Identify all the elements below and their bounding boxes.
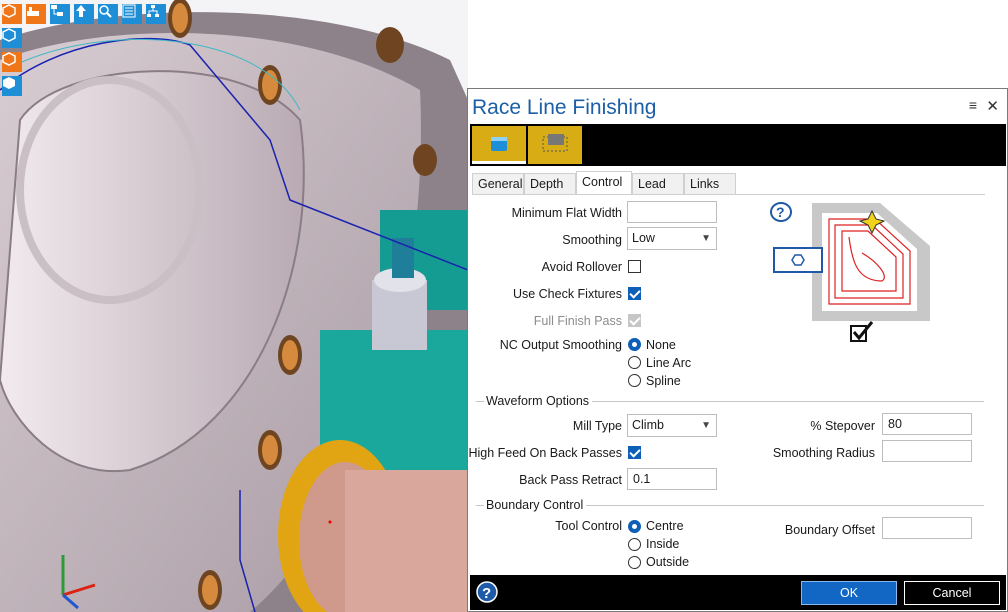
full-finish-pass-label: Full Finish Pass xyxy=(533,314,622,328)
tab-depth[interactable]: Depth xyxy=(524,173,576,194)
boundary-offset-label: Boundary Offset xyxy=(784,523,875,537)
section-rule xyxy=(592,401,984,402)
race-line-strategy-icon xyxy=(491,137,507,151)
section-rule xyxy=(476,401,484,402)
svg-text:?: ? xyxy=(482,585,491,602)
nc-smoothing-spline-label: Spline xyxy=(646,374,681,388)
nc-smoothing-none-label: None xyxy=(646,338,676,352)
zoom-icon[interactable] xyxy=(98,4,118,24)
control-tab-panel: Minimum Flat Width Smoothing Low ▼ Avoid … xyxy=(468,194,985,575)
nc-output-smoothing-label: NC Output Smoothing xyxy=(499,338,622,352)
model-render xyxy=(0,0,468,612)
avoid-rollover-label: Avoid Rollover xyxy=(541,260,622,274)
section-rule xyxy=(476,505,484,506)
tool-control-label: Tool Control xyxy=(555,519,622,533)
smoothing-value: Low xyxy=(632,231,655,245)
dialog-title: Race Line Finishing xyxy=(472,96,657,119)
mill-type-value: Climb xyxy=(632,418,664,432)
dialog-footer: ? OK Cancel xyxy=(470,575,1006,610)
high-feed-label: High Feed On Back Passes xyxy=(468,446,622,460)
nc-smoothing-none-radio[interactable] xyxy=(628,338,641,351)
race-line-strategy-button[interactable] xyxy=(472,126,526,164)
close-icon[interactable]: ✕ xyxy=(986,97,999,115)
confirm-check-icon xyxy=(849,320,875,347)
use-check-fixtures-label: Use Check Fixtures xyxy=(512,287,622,301)
smoothing-label: Smoothing xyxy=(562,233,622,247)
stepover-input[interactable]: 80 xyxy=(882,413,972,435)
nc-smoothing-spline-radio[interactable] xyxy=(628,374,641,387)
cancel-button[interactable]: Cancel xyxy=(904,581,1000,605)
back-pass-retract-input[interactable]: 0.1 xyxy=(627,468,717,490)
boundary-control-title: Boundary Control xyxy=(486,498,584,512)
tool-control-centre-radio[interactable] xyxy=(628,520,641,533)
3d-viewport[interactable] xyxy=(0,0,468,612)
boundary-offset-input[interactable] xyxy=(882,517,972,539)
use-check-fixtures-checkbox[interactable] xyxy=(628,287,641,300)
tab-lead[interactable]: Lead xyxy=(632,173,684,194)
help-icon[interactable]: ? xyxy=(476,581,498,606)
back-pass-retract-label: Back Pass Retract xyxy=(519,473,622,487)
list-icon[interactable] xyxy=(122,4,142,24)
tool-control-inside-label: Inside xyxy=(646,537,680,551)
mill-type-select[interactable]: Climb ▼ xyxy=(627,414,717,437)
avoid-rollover-checkbox[interactable] xyxy=(628,260,641,273)
waveform-options-section: Waveform Options xyxy=(476,394,984,408)
min-flat-width-label: Minimum Flat Width xyxy=(511,206,622,220)
tool-control-centre-label: Centre xyxy=(646,519,684,533)
hamburger-icon[interactable]: ≡ xyxy=(969,97,977,113)
strategy-toolbar xyxy=(470,124,1006,166)
stock-view-icon[interactable] xyxy=(2,76,22,96)
smoothing-select[interactable]: Low ▼ xyxy=(627,227,717,250)
boundary-control-section: Boundary Control xyxy=(476,498,984,512)
race-line-finishing-dialog: Race Line Finishing ≡ ✕ General Depth Co… xyxy=(467,88,1008,612)
tool-icon[interactable] xyxy=(74,4,94,24)
part-view-icon[interactable] xyxy=(2,52,22,72)
shaded-view-icon[interactable] xyxy=(2,4,22,24)
tool-control-outside-radio[interactable] xyxy=(628,556,641,569)
high-feed-checkbox[interactable] xyxy=(628,446,641,459)
tab-general[interactable]: General xyxy=(472,173,524,194)
machine-icon[interactable] xyxy=(26,4,46,24)
min-flat-width-input[interactable] xyxy=(627,201,717,223)
boundary-strategy-icon xyxy=(542,134,568,152)
full-finish-pass-checkbox[interactable] xyxy=(628,314,641,327)
nc-smoothing-line-arc-radio[interactable] xyxy=(628,356,641,369)
hierarchy-icon[interactable] xyxy=(146,4,166,24)
tab-control[interactable]: Control xyxy=(576,171,632,195)
waveform-options-title: Waveform Options xyxy=(486,394,590,408)
tool-control-outside-label: Outside xyxy=(646,555,690,569)
tool-control-inside-radio[interactable] xyxy=(628,538,641,551)
stepover-label: % Stepover xyxy=(810,419,875,433)
smoothing-radius-input[interactable] xyxy=(882,440,972,462)
ok-button[interactable]: OK xyxy=(801,581,897,605)
chevron-down-icon: ▼ xyxy=(701,420,711,431)
chevron-down-icon: ▼ xyxy=(701,233,711,244)
section-rule xyxy=(586,505,984,506)
cube-view-icon[interactable] xyxy=(2,28,22,48)
tab-links[interactable]: Links xyxy=(684,173,736,194)
nc-smoothing-line-arc-label: Line Arc xyxy=(646,356,692,370)
smoothing-radius-label: Smoothing Radius xyxy=(772,446,875,460)
boundary-strategy-button[interactable] xyxy=(528,126,582,164)
mill-type-label: Mill Type xyxy=(572,419,622,433)
tree-icon[interactable] xyxy=(50,4,70,24)
